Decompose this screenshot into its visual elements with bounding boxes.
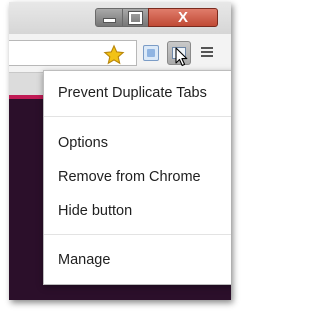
browser-toolbar [9, 34, 231, 73]
close-icon: X [177, 9, 188, 26]
cursor-icon [175, 47, 188, 67]
menu-separator [44, 116, 231, 117]
menu-item-prevent-duplicate-tabs[interactable]: Prevent Duplicate Tabs [44, 80, 231, 106]
menu-item-manage[interactable]: Manage [44, 247, 231, 273]
extension-icon[interactable] [143, 45, 159, 61]
star-icon[interactable] [103, 44, 125, 66]
menu-item-remove-from-chrome[interactable]: Remove from Chrome [44, 164, 231, 190]
minimize-icon [103, 19, 115, 22]
extension-context-menu: Prevent Duplicate Tabs Options Remove fr… [43, 70, 231, 285]
omnibox[interactable] [9, 40, 137, 66]
menu-item-options[interactable]: Options [44, 130, 231, 156]
menu-item-hide-button[interactable]: Hide button [44, 198, 231, 224]
title-bar: X [9, 2, 231, 34]
menu-icon[interactable] [201, 47, 213, 59]
maximize-button[interactable] [122, 8, 149, 27]
menu-separator [44, 234, 231, 235]
close-button[interactable]: X [148, 8, 218, 27]
browser-window: X Prevent Duplicate Tabs Options Remove … [9, 2, 231, 300]
minimize-button[interactable] [95, 8, 123, 27]
maximize-icon [129, 12, 142, 24]
